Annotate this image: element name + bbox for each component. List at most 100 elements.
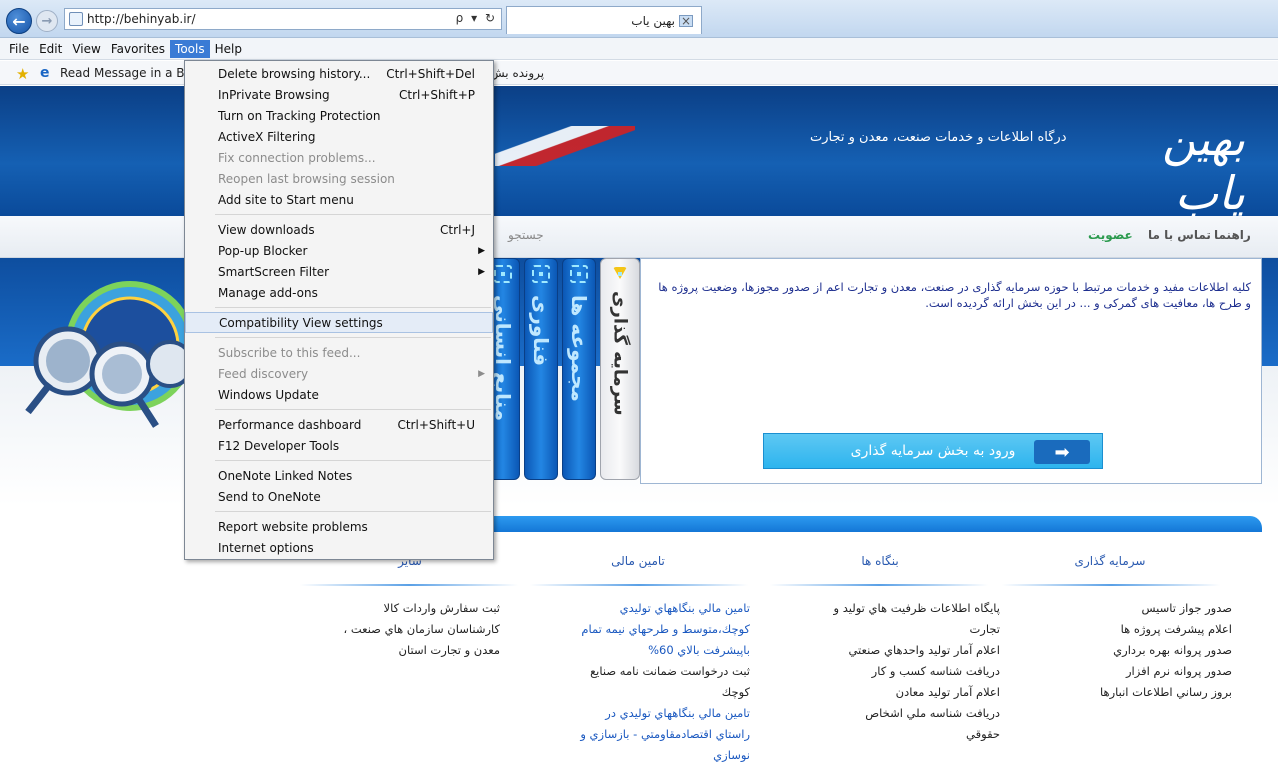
favorite-link-read-message[interactable]: Read Message in a Bottl <box>60 66 205 80</box>
column-divider <box>770 584 988 586</box>
menu-popup-blocker[interactable]: Pop-up Blocker ▶ <box>185 240 493 261</box>
list-item[interactable]: اعلام آمار توليد معادن <box>800 682 1000 703</box>
tab-close-icon[interactable]: × <box>681 14 691 28</box>
resources-icon <box>494 265 512 283</box>
list-item[interactable]: بروز رساني اطلاعات انبارها <box>1032 682 1232 703</box>
menu-favorites[interactable]: Favorites <box>106 40 170 58</box>
menu-item-label: Pop-up Blocker <box>218 243 308 258</box>
column-list-finance: تامين مالي بنگاههاي توليدي كوچك،متوسط و … <box>550 598 750 766</box>
site-tagline: درگاه اطلاعات و خدمات صنعت، معدن و تجارت <box>810 130 1067 145</box>
column-title-investment[interactable]: سرمایه گذاری <box>1010 554 1210 568</box>
nav-search-link[interactable]: جستجو <box>508 228 544 242</box>
menu-send-to-onenote[interactable]: Send to OneNote <box>185 486 493 507</box>
menu-item-shortcut: Ctrl+Shift+P <box>399 87 475 102</box>
list-item[interactable]: حقوقي <box>800 724 1000 745</box>
menu-internet-options[interactable]: Internet options <box>185 537 493 558</box>
menu-help[interactable]: Help <box>210 40 247 58</box>
menu-separator <box>215 409 491 410</box>
address-bar[interactable]: http://behinyab.ir/ ρ ▾ ↻ <box>64 8 502 30</box>
menu-fix-connection: Fix connection problems... <box>185 147 493 168</box>
menu-separator <box>215 214 491 215</box>
list-item[interactable]: صدور پروانه نرم افزار <box>1032 661 1232 682</box>
list-item[interactable]: اعلام پیشرفت پروژه ها <box>1032 619 1232 640</box>
nav-membership-link[interactable]: عضویت <box>1088 228 1133 242</box>
column-list-other: ثبت سفارش واردات كالا كارشناسان سازمان ه… <box>300 598 500 661</box>
list-item[interactable]: تجارت <box>800 619 1000 640</box>
ie-page-icon: e <box>40 65 50 81</box>
nav-help-link[interactable]: راهنما <box>1214 228 1251 242</box>
menu-view-downloads[interactable]: View downloads Ctrl+J <box>185 219 493 240</box>
list-item[interactable]: تامين مالي بنگاههاي توليدي <box>550 598 750 619</box>
nav-contact-link[interactable]: تماس با ما <box>1148 228 1211 242</box>
menu-f12-developer-tools[interactable]: F12 Developer Tools <box>185 435 493 456</box>
list-item[interactable]: اعلام آمار توليد واحدهاي صنعتي <box>800 640 1000 661</box>
menu-file[interactable]: File <box>4 40 34 58</box>
menu-inprivate-browsing[interactable]: InPrivate Browsing Ctrl+Shift+P <box>185 84 493 105</box>
menu-item-label: ActiveX Filtering <box>218 129 316 144</box>
list-item[interactable]: ثبت سفارش واردات كالا <box>300 598 500 619</box>
tab-collections[interactable]: مجموعه ها <box>562 258 596 480</box>
menu-item-label: InPrivate Browsing <box>218 87 330 102</box>
browser-toolbar: ← → http://behinyab.ir/ ρ ▾ ↻ بهین یاب × <box>0 0 1278 38</box>
menu-report-website-problems[interactable]: Report website problems <box>185 516 493 537</box>
menu-item-label: Send to OneNote <box>218 489 321 504</box>
list-item[interactable]: تامين مالي بنگاههاي توليدي در <box>550 703 750 724</box>
list-item[interactable]: نوسازي <box>550 745 750 766</box>
list-item[interactable]: ثبت درخواست ضمانت نامه صنايع <box>550 661 750 682</box>
browser-tab[interactable]: بهین یاب × <box>506 6 702 34</box>
menu-manage-addons[interactable]: Manage add-ons <box>185 282 493 303</box>
tools-dropdown-menu: Delete browsing history... Ctrl+Shift+Del… <box>184 60 494 560</box>
favorites-star-icon[interactable]: ★ <box>16 65 29 83</box>
menu-view[interactable]: View <box>67 40 105 58</box>
menu-item-label: Report website problems <box>218 519 368 534</box>
list-item[interactable]: كارشناسان سازمان هاي صنعت ، <box>300 619 500 640</box>
menu-separator <box>215 460 491 461</box>
menu-tools[interactable]: Tools <box>170 39 210 58</box>
site-logo[interactable]: بهین یاب <box>1095 112 1245 216</box>
enter-investment-button[interactable]: ورود به بخش سرمایه گذاری ➡ <box>763 433 1103 469</box>
menu-compatibility-view[interactable]: Compatibility View settings <box>185 312 493 333</box>
forward-button[interactable]: → <box>36 10 58 32</box>
menu-activex-filtering[interactable]: ActiveX Filtering <box>185 126 493 147</box>
search-refresh-icon[interactable]: ρ ▾ ↻ <box>456 11 497 25</box>
column-divider <box>1002 584 1220 586</box>
list-item[interactable]: پايگاه اطلاعات ظرفيت هاي توليد و <box>800 598 1001 619</box>
list-item[interactable]: صدور پروانه بهره برداري <box>1032 640 1232 661</box>
menu-item-label: F12 Developer Tools <box>218 438 340 453</box>
back-button[interactable]: ← <box>6 8 32 34</box>
investment-description: کلیه اطلاعات مفید و خدمات مرتبط با حوزه … <box>658 280 1251 310</box>
list-item[interactable]: راستاي اقتصادمقاومتي - بازسازي و <box>550 724 750 745</box>
tab-collections-label: مجموعه ها <box>567 295 591 402</box>
menu-tracking-protection[interactable]: Turn on Tracking Protection <box>185 105 493 126</box>
list-item[interactable]: باپيشرفت بالاي 60% <box>550 640 750 661</box>
list-item[interactable]: دريافت شناسه كسب و كار <box>800 661 1000 682</box>
list-item[interactable]: صدور جواز تاسیس <box>1032 598 1233 619</box>
list-item[interactable]: كوچك،متوسط و طرحهاي نيمه تمام <box>550 619 750 640</box>
menu-onenote-linked-notes[interactable]: OneNote Linked Notes <box>185 465 493 486</box>
page-icon <box>69 12 83 26</box>
column-title-enterprises[interactable]: بنگاه ها <box>780 554 980 568</box>
menu-item-label: Subscribe to this feed... <box>218 345 361 360</box>
list-item[interactable]: كوچك <box>550 682 750 703</box>
list-item[interactable]: معدن و تجارت استان <box>300 640 500 661</box>
back-arrow-icon: ← <box>12 11 26 31</box>
menu-item-label: Manage add-ons <box>218 285 318 300</box>
menu-add-site-start[interactable]: Add site to Start menu <box>185 189 493 210</box>
column-title-finance[interactable]: تامین مالی <box>538 554 738 568</box>
menu-delete-browsing-history[interactable]: Delete browsing history... Ctrl+Shift+Del <box>185 63 493 84</box>
tab-technology[interactable]: فناوری <box>524 258 558 480</box>
menu-separator <box>215 337 491 338</box>
arrow-right-icon: ➡ <box>1034 440 1090 464</box>
menu-item-label: Internet options <box>218 540 314 555</box>
menu-smartscreen-filter[interactable]: SmartScreen Filter ▶ <box>185 261 493 282</box>
flag-ribbon-decoration <box>495 126 635 166</box>
column-list-investment: صدور جواز تاسیس اعلام پیشرفت پروژه ها صد… <box>1032 598 1232 703</box>
menu-edit[interactable]: Edit <box>34 40 67 58</box>
favorite-link-persian[interactable]: پرونده بش <box>490 66 544 80</box>
tab-investment[interactable]: سرمایه گذاری <box>600 258 640 480</box>
menu-performance-dashboard[interactable]: Performance dashboard Ctrl+Shift+U <box>185 414 493 435</box>
menu-windows-update[interactable]: Windows Update <box>185 384 493 405</box>
list-item[interactable]: دريافت شناسه ملي اشخاص <box>800 703 1000 724</box>
menu-reopen-session: Reopen last browsing session <box>185 168 493 189</box>
address-url[interactable]: http://behinyab.ir/ <box>87 12 196 26</box>
